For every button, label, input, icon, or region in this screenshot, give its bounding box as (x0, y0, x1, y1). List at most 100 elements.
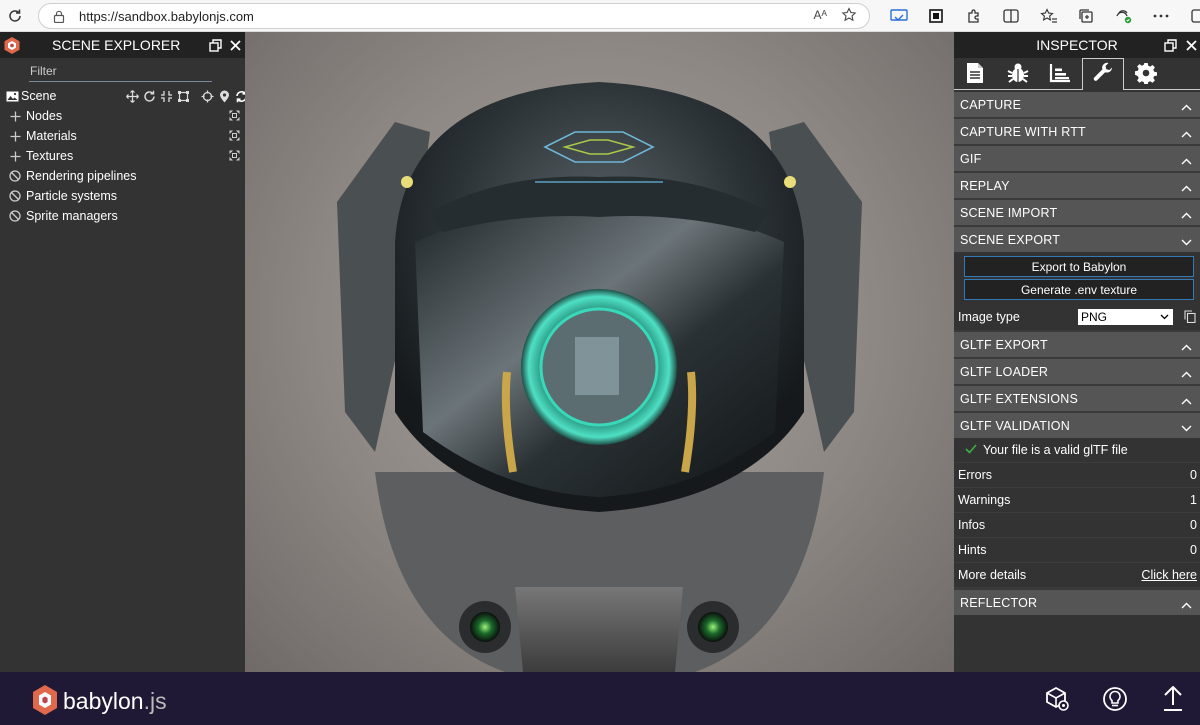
tree-item-rendering-pipelines[interactable]: Rendering pipelines (0, 166, 245, 186)
section-title: CAPTURE (960, 97, 1022, 112)
section-title: GLTF EXTENSIONS (960, 391, 1079, 406)
favorite-star-icon[interactable] (841, 7, 857, 26)
section-capture[interactable]: CAPTURE (954, 92, 1200, 117)
chevron-up-icon (1181, 181, 1192, 195)
tree-item-textures[interactable]: Textures (0, 146, 245, 166)
expand-all-icon[interactable] (229, 150, 240, 164)
tree-item-materials[interactable]: Materials (0, 126, 245, 146)
location-pin-icon[interactable] (216, 89, 232, 103)
click-here-link[interactable]: Click here (1141, 568, 1197, 582)
section-reflector[interactable]: REFLECTOR (954, 590, 1200, 615)
gear-icon (1135, 62, 1157, 87)
section-gltf-loader[interactable]: GLTF LOADER (954, 359, 1200, 384)
babylon-brand[interactable]: babylon.js (31, 684, 167, 719)
generate-env-button[interactable]: Generate .env texture (964, 279, 1194, 300)
chevron-up-icon (1181, 208, 1192, 222)
rotate-gizmo-icon[interactable] (141, 89, 157, 103)
wrench-icon (1092, 62, 1114, 87)
tree-item-label: Nodes (26, 109, 63, 123)
tree-item-label: Textures (26, 149, 74, 163)
sidebar-icon[interactable] (1180, 0, 1200, 32)
section-gif[interactable]: GIF (954, 146, 1200, 171)
file-icon (966, 62, 984, 87)
favorites-icon[interactable] (1030, 0, 1068, 32)
tab-statistics[interactable] (1039, 58, 1081, 90)
close-icon[interactable] (227, 37, 243, 53)
image-type-select[interactable]: PNG (1078, 309, 1173, 325)
tab-settings[interactable] (1125, 58, 1167, 90)
plus-icon[interactable] (8, 129, 22, 143)
chevron-up-icon (1181, 394, 1192, 408)
scene-explorer-header: SCENE EXPLORER (0, 32, 245, 58)
section-title: GLTF EXPORT (960, 337, 1048, 352)
scale-gizmo-icon[interactable] (158, 89, 174, 103)
expand-all-icon[interactable] (229, 130, 240, 144)
inspector-tabs (954, 58, 1200, 90)
crosshair-icon[interactable] (199, 89, 215, 103)
tree-item-particle-systems[interactable]: Particle systems (0, 186, 245, 206)
export-babylon-button[interactable]: Export to Babylon (964, 256, 1194, 277)
scene-export-body: Export to Babylon Generate .env texture … (954, 252, 1200, 330)
row-value: 0 (1190, 518, 1197, 532)
popout-icon[interactable] (207, 37, 223, 53)
scene-tree: Scene Nodes Materials Textures Rendering… (0, 86, 247, 226)
filter-input[interactable]: Filter (29, 63, 212, 82)
expand-all-icon[interactable] (229, 110, 240, 124)
checkmark-icon (965, 443, 979, 457)
inspector-panel: INSPECTOR CAPTURE CAPTURE WITH RTT GIF R… (954, 32, 1200, 672)
inspector-toggle-icon[interactable] (1102, 686, 1128, 712)
chevron-up-icon (1181, 340, 1192, 354)
collections-icon[interactable] (1068, 0, 1106, 32)
tree-item-label: Scene (21, 89, 57, 103)
puzzle-icon[interactable] (955, 0, 993, 32)
image-type-value: PNG (1081, 310, 1108, 324)
tab-debug[interactable] (997, 58, 1039, 90)
cast-icon[interactable] (880, 0, 918, 32)
close-icon[interactable] (1183, 37, 1199, 53)
popout-icon[interactable] (1162, 37, 1178, 53)
section-capture-rtt[interactable]: CAPTURE WITH RTT (954, 119, 1200, 144)
validation-message: Your file is a valid glTF file (983, 443, 1128, 457)
extension-box-icon[interactable] (918, 0, 956, 32)
brand-name: babylon.js (63, 688, 167, 714)
tree-item-nodes[interactable]: Nodes (0, 106, 245, 126)
section-title: GLTF LOADER (960, 364, 1049, 379)
section-scene-export[interactable]: SCENE EXPORT (954, 227, 1200, 252)
bounding-box-gizmo-icon[interactable] (175, 89, 191, 103)
performance-icon[interactable] (1105, 0, 1143, 32)
section-scene-import[interactable]: SCENE IMPORT (954, 200, 1200, 225)
plus-icon[interactable] (8, 149, 22, 163)
environment-settings-icon[interactable] (1044, 686, 1070, 712)
section-gltf-export[interactable]: GLTF EXPORT (954, 332, 1200, 357)
validation-errors-row: Errors 0 (954, 463, 1200, 488)
more-icon[interactable] (1143, 0, 1181, 32)
row-value: 1 (1190, 493, 1197, 507)
address-bar[interactable]: https://sandbox.babylonjs.com Aᴬ (38, 3, 870, 29)
plus-icon[interactable] (8, 109, 22, 123)
tree-item-scene[interactable]: Scene (0, 86, 247, 106)
row-label: More details (958, 568, 1027, 582)
scene-explorer-title: SCENE EXPLORER (52, 37, 181, 53)
translate-gizmo-icon[interactable] (124, 89, 140, 103)
section-title: REPLAY (960, 178, 1010, 193)
split-screen-icon[interactable] (993, 0, 1031, 32)
reload-icon[interactable] (1, 2, 29, 30)
row-value: 0 (1190, 468, 1197, 482)
chevron-up-icon (1181, 127, 1192, 141)
validation-hints-row: Hints 0 (954, 538, 1200, 563)
section-replay[interactable]: REPLAY (954, 173, 1200, 198)
validation-infos-row: Infos 0 (954, 513, 1200, 538)
tab-properties[interactable] (954, 58, 996, 90)
section-gltf-extensions[interactable]: GLTF EXTENSIONS (954, 386, 1200, 411)
read-aloud-icon[interactable]: Aᴬ (814, 8, 827, 22)
tree-item-sprite-managers[interactable]: Sprite managers (0, 206, 245, 226)
copy-icon[interactable] (1184, 310, 1196, 326)
upload-icon[interactable] (1160, 686, 1186, 712)
section-gltf-validation[interactable]: GLTF VALIDATION (954, 413, 1200, 438)
section-title: CAPTURE WITH RTT (960, 124, 1086, 139)
tab-tools[interactable] (1082, 58, 1124, 90)
render-canvas[interactable] (245, 32, 954, 672)
section-title: GLTF VALIDATION (960, 418, 1070, 433)
row-value: 0 (1190, 543, 1197, 557)
tree-item-label: Sprite managers (26, 209, 118, 223)
